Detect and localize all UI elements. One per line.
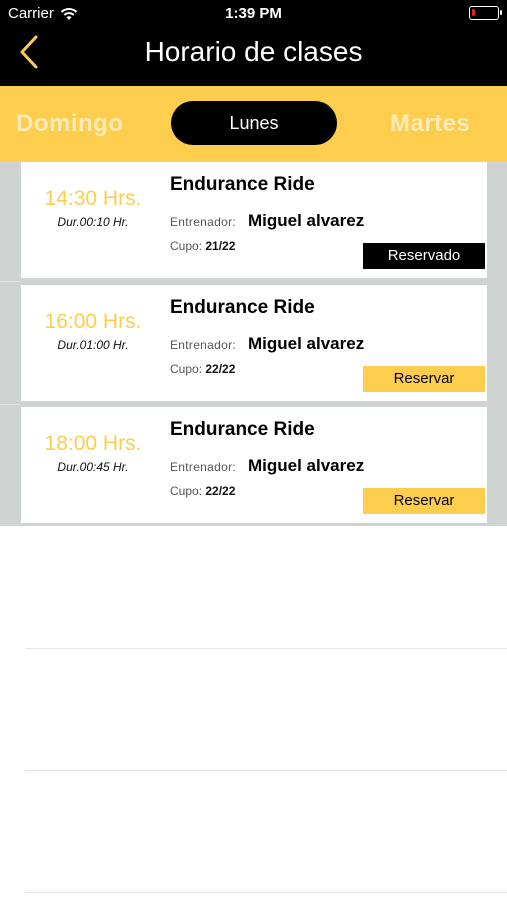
class-name: Endurance Ride	[170, 174, 315, 195]
capacity: Cupo: 21/22	[170, 239, 235, 253]
navigation-bar: Carrier 1:39 PM Horario de clases	[0, 0, 507, 86]
class-time: 16:00 Hrs.	[44, 310, 142, 333]
reserved-button[interactable]: Reservado	[363, 243, 485, 269]
class-card[interactable]: 14:30 Hrs. Dur.00:10 Hr. Endurance Ride …	[21, 162, 487, 278]
page-title: Horario de clases	[144, 36, 363, 67]
capacity-value: 22/22	[205, 484, 236, 498]
reserve-button[interactable]: Reservar	[363, 488, 485, 514]
trainer-name: Miguel alvarez	[248, 334, 365, 353]
capacity: Cupo: 22/22	[170, 362, 235, 376]
capacity-value: 22/22	[205, 362, 236, 376]
battery-icon	[469, 6, 502, 20]
capacity-label: Cupo:	[170, 362, 203, 376]
trainer-name: Miguel alvarez	[248, 211, 365, 230]
status-time: 1:39 PM	[225, 5, 282, 22]
day-next[interactable]: Martes	[390, 110, 470, 138]
empty-row-divider	[25, 770, 507, 771]
capacity: Cupo: 22/22	[170, 484, 235, 498]
day-selector: Domingo Lunes Martes	[0, 86, 507, 161]
empty-row-divider	[25, 892, 507, 893]
reserve-button[interactable]: Reservar	[363, 366, 485, 392]
empty-row-divider	[25, 648, 507, 649]
capacity-value: 21/22	[205, 239, 236, 253]
class-card[interactable]: 18:00 Hrs. Dur.00:45 Hr. Endurance Ride …	[21, 407, 487, 523]
trainer-label: Entrenador:	[170, 460, 237, 474]
row-divider	[0, 404, 21, 405]
class-card[interactable]: 16:00 Hrs. Dur.01:00 Hr. Endurance Ride …	[21, 285, 487, 401]
class-name: Endurance Ride	[170, 297, 315, 318]
status-bar: Carrier 1:39 PM	[0, 0, 507, 28]
class-duration: Dur.01:00 Hr.	[57, 338, 129, 352]
class-time: 14:30 Hrs.	[44, 187, 142, 210]
class-list: 14:30 Hrs. Dur.00:10 Hr. Endurance Ride …	[0, 161, 507, 526]
capacity-label: Cupo:	[170, 239, 203, 253]
day-prev[interactable]: Domingo	[16, 110, 123, 138]
day-current[interactable]: Lunes	[171, 101, 337, 145]
trainer-label: Entrenador:	[170, 338, 237, 352]
class-name: Endurance Ride	[170, 419, 315, 440]
class-duration: Dur.00:10 Hr.	[57, 215, 129, 229]
trainer-name: Miguel alvarez	[248, 456, 365, 475]
class-duration: Dur.00:45 Hr.	[57, 460, 129, 474]
trainer-label: Entrenador:	[170, 215, 237, 229]
capacity-label: Cupo:	[170, 484, 203, 498]
class-time: 18:00 Hrs.	[44, 432, 142, 455]
row-divider	[0, 281, 21, 282]
